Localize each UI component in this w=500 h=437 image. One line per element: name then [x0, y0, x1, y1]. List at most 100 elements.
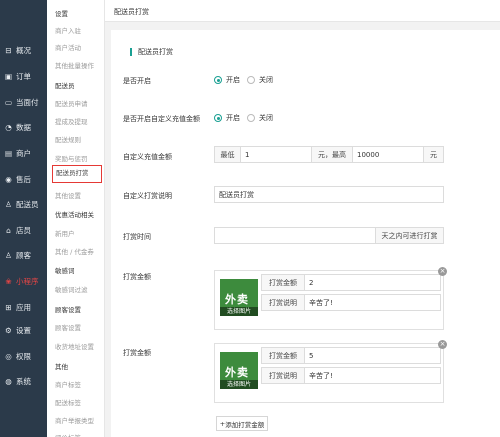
rail-item-label: 小程序 [16, 276, 39, 286]
rail-item-12[interactable]: ◎ 权限 [0, 346, 47, 366]
amount-card-1: 外卖 选择图片 打赏金额 2 打赏说明 辛苦了! × [214, 267, 447, 330]
image-text: 外卖 [225, 293, 249, 306]
amount-card-2: 外卖 选择图片 打赏金额 5 打赏说明 辛苦了! × [214, 340, 447, 403]
custom-enable-on-radio[interactable]: 开启 [214, 113, 240, 123]
max-addon: 元，最高 [311, 146, 353, 163]
rail-item-label: 设置 [16, 325, 31, 335]
mini-program-icon: ❀ [5, 276, 12, 286]
apps-icon: ⊞ [5, 302, 12, 312]
amount-addon: 打赏金额 [261, 274, 305, 291]
rail-item-8[interactable]: ♙ 顾客 [0, 245, 47, 265]
rail-item-label: 顾客 [16, 250, 31, 260]
rail-item-label: 应用 [16, 302, 31, 312]
close-icon[interactable]: × [438, 340, 447, 349]
rail-item-4[interactable]: ▤ 商户 [0, 143, 47, 163]
tip-time-input[interactable] [214, 227, 376, 244]
tip-time-label: 打赏时间 [123, 233, 151, 241]
subnav-item[interactable]: 敏感词过滤 [55, 284, 88, 294]
subnav-item[interactable]: 商户标签 [55, 379, 81, 389]
rail-item-0[interactable]: ⊟ 概况 [0, 40, 47, 60]
radio-label: 关闭 [259, 114, 273, 122]
subnav-item[interactable]: 奖励与惩罚 [55, 153, 88, 163]
add-amount-button[interactable]: + 添加打赏金额 [216, 416, 268, 431]
page-title: 配送员打赏 [114, 8, 149, 16]
grid-icon: ⊟ [5, 45, 12, 55]
radio-label: 关闭 [259, 76, 273, 84]
custom-enable-off-radio[interactable]: 关闭 [247, 113, 273, 123]
shop-icon: ▤ [4, 148, 13, 158]
subnav-item[interactable]: 新用户 [55, 228, 75, 238]
subnav-item[interactable]: 配送规则 [55, 134, 81, 144]
min-addon: 最低 [214, 146, 241, 163]
radio-label: 开启 [226, 76, 240, 84]
rail-item-2[interactable]: ▭ 当面付 [0, 92, 47, 112]
subnav-item[interactable]: 配送标签 [55, 397, 81, 407]
enable-on-radio[interactable]: 开启 [214, 75, 240, 85]
rider-icon: ♙ [5, 199, 12, 209]
subnav-item[interactable]: 配送员申请 [55, 98, 88, 108]
rail-item-label: 店员 [16, 225, 31, 235]
amount-label-1: 打赏金额 [123, 273, 151, 281]
subnav-item[interactable]: 商户举报类型 [55, 415, 94, 425]
subnav-item[interactable]: 配送员打赏 [52, 165, 102, 183]
subnav-item[interactable]: 商户入驻 [55, 25, 81, 35]
cart-icon: ▣ [4, 71, 13, 81]
rail-item-13[interactable]: ◍ 系统 [0, 371, 47, 391]
settings-icon: ⚙ [5, 325, 12, 335]
subnav-item[interactable]: 其他 / 代金券 [55, 246, 94, 256]
main-sidebar: ⊟ 概况 ▣ 订单 ▭ 当面付 ◔ 数据 ▤ 商户 ◉ 售后 ♙ 配送员 ⌂ 店员 ♙ 顾客 ❀ 小程序 ⊞ 应用 ⚙ 设置 ◎… [0, 0, 47, 437]
choose-image-button[interactable]: 外卖 选择图片 [220, 279, 258, 316]
rail-item-11[interactable]: ⚙ 设置 [0, 320, 47, 340]
aftersale-icon: ◉ [5, 174, 12, 184]
subnav-item[interactable]: 商户活动 [55, 42, 81, 52]
subnav-item[interactable]: 收货地址设置 [55, 341, 94, 351]
desc-input[interactable]: 辛苦了! [304, 367, 441, 384]
image-text: 外卖 [225, 366, 249, 379]
rail-item-label: 商户 [16, 148, 31, 158]
subnav-group-heading: 顾客设置 [55, 306, 81, 314]
desc-input[interactable]: 辛苦了! [304, 294, 441, 311]
custom-enable-label: 是否开启自定义充值金额 [123, 115, 200, 123]
rail-item-5[interactable]: ◉ 售后 [0, 169, 47, 189]
section-title: 配送员打赏 [130, 48, 173, 56]
rail-item-9[interactable]: ❀ 小程序 [0, 271, 47, 291]
rail-item-7[interactable]: ⌂ 店员 [0, 220, 47, 240]
enable-off-radio[interactable]: 关闭 [247, 75, 273, 85]
rail-item-label: 概况 [16, 45, 31, 55]
custom-desc-input[interactable]: 配送员打赏 [214, 186, 444, 203]
subnav-item[interactable]: 提成及提现 [55, 116, 88, 126]
rail-item-1[interactable]: ▣ 订单 [0, 66, 47, 86]
close-icon[interactable]: × [438, 267, 447, 276]
rail-item-label: 系统 [16, 376, 31, 386]
rail-item-6[interactable]: ♙ 配送员 [0, 194, 47, 214]
permission-icon: ◎ [5, 351, 12, 361]
image-caption: 选择图片 [220, 307, 258, 316]
add-amount-label: 添加打赏金额 [225, 420, 265, 429]
tip-time-suffix: 天之内可进行打赏 [375, 227, 444, 244]
choose-image-button[interactable]: 外卖 选择图片 [220, 352, 258, 389]
rail-item-10[interactable]: ⊞ 应用 [0, 297, 47, 317]
subnav-item[interactable]: 其他设置 [55, 190, 81, 200]
amount-input[interactable]: 5 [304, 347, 441, 364]
amount-input[interactable]: 2 [304, 274, 441, 291]
subnav-item[interactable]: 评价标签 [55, 432, 81, 437]
subnav-item[interactable]: 顾客设置 [55, 322, 81, 332]
amount-label-2: 打赏金额 [123, 349, 151, 357]
rail-item-3[interactable]: ◔ 数据 [0, 117, 47, 137]
radio-checked-icon [214, 76, 222, 84]
image-caption: 选择图片 [220, 380, 258, 389]
top-bar: 配送员打赏 [105, 0, 500, 22]
min-amount-input[interactable]: 1 [240, 146, 312, 163]
max-amount-input[interactable]: 10000 [352, 146, 424, 163]
desc-addon: 打赏说明 [261, 294, 305, 311]
custom-amount-label: 自定义充值金额 [123, 153, 172, 161]
sub-navigation: 设置 商户入驻 商户活动 其他批量操作 配送员 配送员申请 提成及提现 配送规则 奖励与惩罚 配送… [47, 0, 105, 437]
custom-desc-label: 自定义打赏说明 [123, 192, 172, 200]
rail-item-label: 当面付 [16, 97, 39, 107]
system-icon: ◍ [5, 376, 12, 386]
radio-unchecked-icon [247, 114, 255, 122]
card-icon: ▭ [4, 97, 13, 107]
subnav-item[interactable]: 其他批量操作 [55, 60, 94, 70]
settings-panel: 配送员打赏 是否开启 开启 关闭 是否开启自定义充值金额 开启 关闭 自定义充值… [111, 30, 500, 437]
radio-unchecked-icon [247, 76, 255, 84]
